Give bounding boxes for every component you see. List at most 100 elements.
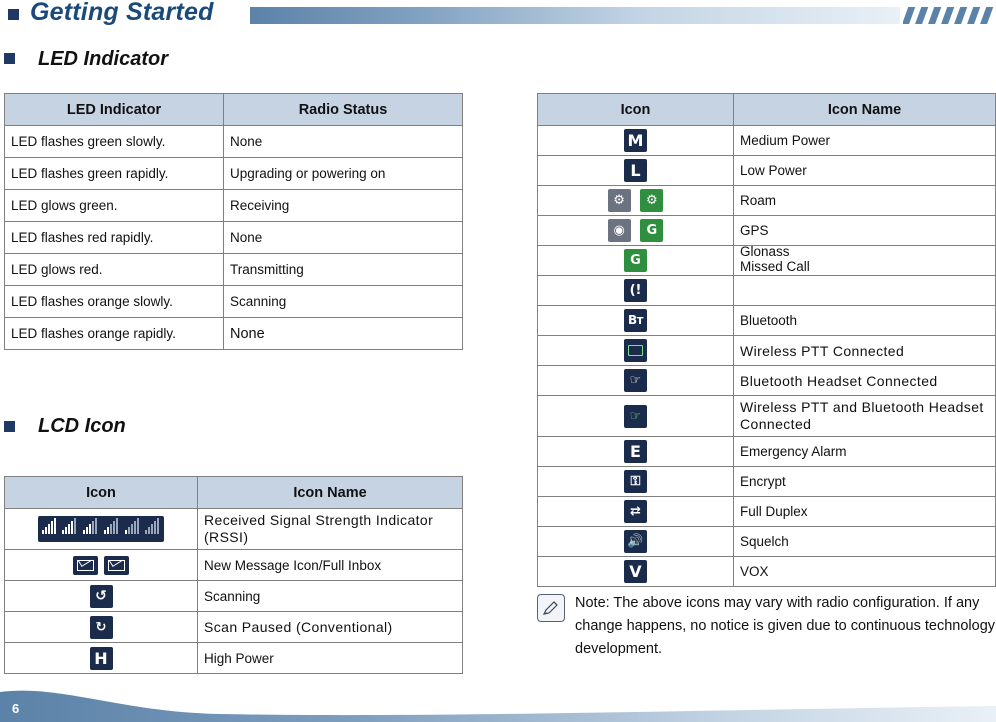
table-row: ◉ G GPS [537,215,996,246]
icon-name-cell: New Message Icon/Full Inbox [197,549,463,581]
table-row: ⚿ Encrypt [537,466,996,497]
table-row: M Medium Power [537,125,996,156]
table-row: (! [537,275,996,306]
icon-name-cell: VOX [733,556,996,587]
roam-icon: ⚙ ⚙ [537,185,734,216]
missed-call-label: Missed Call [740,259,810,274]
page-header: Getting Started [0,0,996,34]
medium-power-icon: M [537,125,734,156]
glonass-icon: G [537,245,734,276]
column-header-icon-name: Icon Name [733,93,996,126]
table-row: ☞ Bluetooth Headset Connected [537,365,996,396]
table-row: 🔊 Squelch [537,526,996,557]
table-row: G Glonass Missed Call [537,244,996,276]
radio-status-cell: None [223,221,463,254]
icon-name-cell: Emergency Alarm [733,436,996,467]
encrypt-icon: ⚿ [537,466,734,497]
table-row: LED flashes red rapidly. None [4,221,463,254]
table-row: V VOX [537,556,996,587]
missed-call-icon: (! [537,275,734,306]
column-header-icon-name: Icon Name [197,476,463,509]
table-row: H High Power [4,642,463,674]
section-bullet-lcd [4,421,15,432]
high-power-icon: H [4,642,198,674]
led-indicator-cell: LED flashes orange slowly. [4,285,224,318]
page-number: 6 [12,701,20,716]
new-message-icon [4,549,198,581]
section-bullet-led [4,53,15,64]
icon-name-cell: Full Duplex [733,496,996,527]
icon-name-cell: Squelch [733,526,996,557]
icon-name-cell: Medium Power [733,125,996,156]
wireless-ptt-bluetooth-headset-icon: ☞ [537,395,734,437]
header-bullet-icon [8,9,19,20]
radio-status-cell: Scanning [223,285,463,318]
scanning-icon: ↺ [4,580,198,612]
table-header-row: Icon Icon Name [4,476,463,509]
table-row: ⇄ Full Duplex [537,496,996,527]
icon-name-cell: Low Power [733,155,996,186]
signal-strength-icon [4,508,198,550]
radio-status-cell: Transmitting [223,253,463,286]
radio-status-cell: None [223,125,463,158]
column-header-radio-status: Radio Status [223,93,463,126]
icon-name-cell: Received Signal Strength Indicator (RSSI… [197,508,463,550]
icon-name-cell: Encrypt [733,466,996,497]
led-indicator-cell: LED flashes red rapidly. [4,221,224,254]
led-indicator-cell: LED glows green. [4,189,224,222]
table-row: Wireless PTT Connected [537,335,996,366]
table-row: L Low Power [537,155,996,186]
table-row: BT Bluetooth [537,305,996,336]
page-footer: 6 [0,684,996,722]
table-row: New Message Icon/Full Inbox [4,549,463,581]
icon-name-cell: Wireless PTT Connected [733,335,996,366]
table-row: E Emergency Alarm [537,436,996,467]
emergency-alarm-icon: E [537,436,734,467]
vox-icon: V [537,556,734,587]
table-row: LED flashes green slowly. None [4,125,463,158]
table-row: ☞ Wireless PTT and Bluetooth Headset Con… [537,395,996,437]
column-header-icon: Icon [4,476,198,509]
icon-name-cell: Glonass Missed Call [733,244,996,276]
low-power-icon: L [537,155,734,186]
icon-reference-table: Icon Icon Name M Medium Power L Low Powe… [537,93,996,587]
table-row: ⚙ ⚙ Roam [537,185,996,216]
wireless-ptt-icon [537,335,734,366]
led-indicator-cell: LED flashes green slowly. [4,125,224,158]
icon-name-cell: Roam [733,185,996,216]
column-header-icon: Icon [537,93,734,126]
squelch-icon: 🔊 [537,526,734,557]
page-title: Getting Started [30,0,214,26]
note-text: Note: The above icons may vary with radi… [575,595,996,657]
section-title-led: LED Indicator [38,48,169,70]
scan-paused-icon: ↻ [4,611,198,643]
table-row: LED flashes green rapidly. Upgrading or … [4,157,463,190]
icon-name-cell: Bluetooth Headset Connected [733,365,996,396]
table-row: LED flashes orange slowly. Scanning [4,285,463,318]
table-header-row: LED Indicator Radio Status [4,93,463,126]
radio-status-cell: Receiving [223,189,463,222]
table-row: ↻ Scan Paused (Conventional) [4,611,463,643]
led-indicator-cell: LED flashes orange rapidly. [4,317,224,350]
icon-name-cell: Scan Paused (Conventional) [197,611,463,643]
header-gradient-bar [250,7,900,24]
radio-status-cell: None [223,317,463,350]
icon-name-cell: Bluetooth [733,305,996,336]
column-header-led-indicator: LED Indicator [4,93,224,126]
led-indicator-table: LED Indicator Radio Status LED flashes g… [4,93,463,350]
radio-status-cell: Upgrading or powering on [223,157,463,190]
full-duplex-icon: ⇄ [537,496,734,527]
icon-name-cell: Scanning [197,580,463,612]
icon-name-cell: High Power [197,642,463,674]
table-row: Received Signal Strength Indicator (RSSI… [4,508,463,550]
icon-name-cell-empty [733,275,996,306]
glonass-label: Glonass [740,244,790,259]
gps-icon: ◉ G [537,215,734,246]
icon-name-cell: Wireless PTT and Bluetooth Headset Conne… [733,395,996,437]
led-indicator-cell: LED glows red. [4,253,224,286]
table-row: LED glows green. Receiving [4,189,463,222]
lcd-icon-table: Icon Icon Name Received Signal Strength … [4,476,463,674]
bluetooth-icon: BT [537,305,734,336]
led-indicator-cell: LED flashes green rapidly. [4,157,224,190]
pencil-icon [537,594,565,622]
